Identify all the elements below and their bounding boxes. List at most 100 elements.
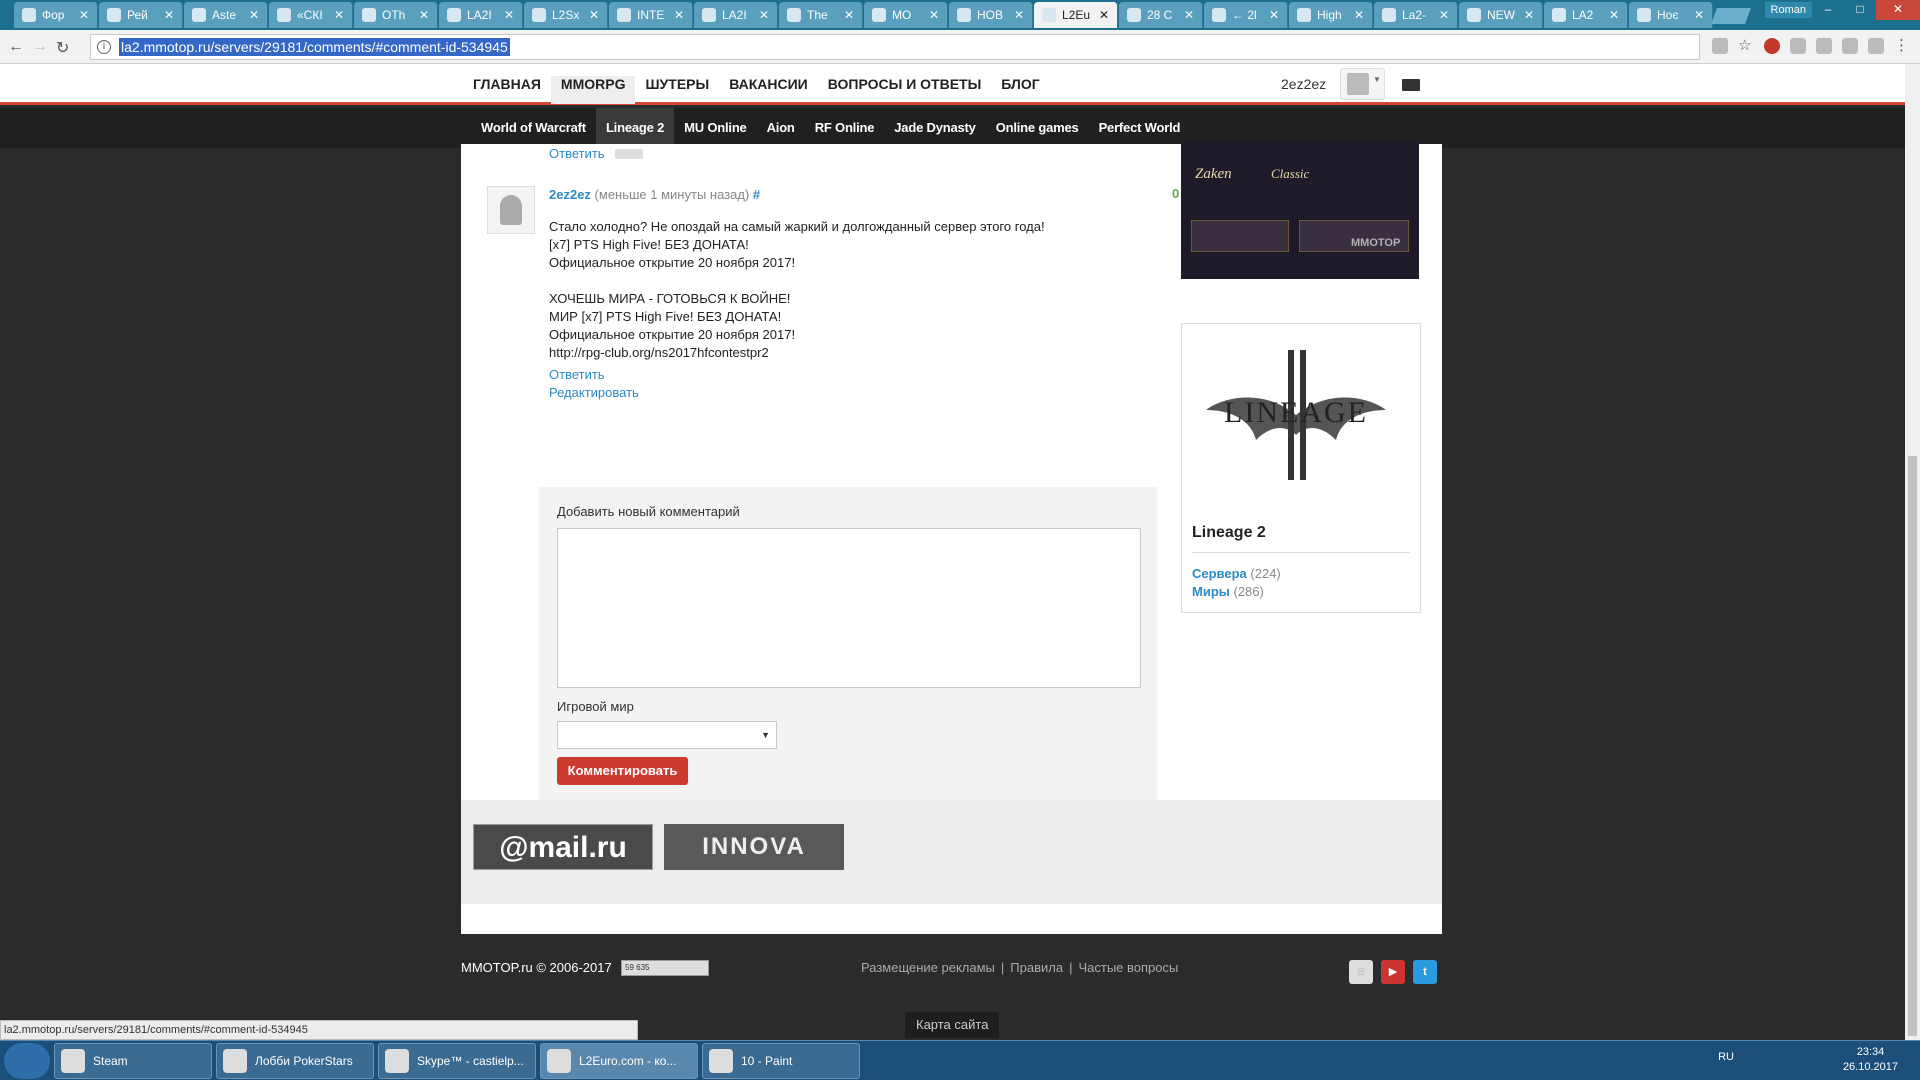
- submit-comment-button[interactable]: Комментировать: [557, 757, 688, 785]
- footer-link[interactable]: Размещение рекламы: [861, 960, 995, 975]
- reload-icon[interactable]: ↻: [56, 38, 69, 58]
- servers-link[interactable]: Сервера: [1192, 566, 1247, 581]
- taskbar-item[interactable]: Skype™ - castielp...: [378, 1043, 536, 1079]
- mailru-logo[interactable]: @mail.ru: [473, 824, 653, 870]
- scrollbar[interactable]: [1905, 64, 1920, 1040]
- url-bar[interactable]: i la2.mmotop.ru/servers/29181/comments/#…: [90, 34, 1700, 60]
- close-tab-icon[interactable]: ✕: [1609, 8, 1619, 22]
- browser-tab[interactable]: LA2I ✕: [439, 2, 523, 28]
- close-tab-icon[interactable]: ✕: [504, 8, 514, 22]
- worlds-link[interactable]: Миры: [1192, 584, 1230, 599]
- info-icon[interactable]: i: [97, 40, 111, 54]
- sitemap-button[interactable]: Карта сайта: [905, 1012, 1000, 1038]
- browser-tab[interactable]: NEW ✕: [1459, 2, 1543, 28]
- close-tab-icon[interactable]: ✕: [674, 8, 684, 22]
- top-nav-item[interactable]: ВОПРОСЫ И ОТВЕТЫ: [818, 76, 992, 104]
- browser-tab[interactable]: High ✕: [1289, 2, 1373, 28]
- close-tab-icon[interactable]: ✕: [1524, 8, 1534, 22]
- forward-icon[interactable]: →: [32, 38, 48, 56]
- extension-icon[interactable]: [1842, 38, 1858, 54]
- close-tab-icon[interactable]: ✕: [1439, 8, 1449, 22]
- browser-tab[interactable]: L2Eu ✕: [1034, 2, 1118, 28]
- browser-tab[interactable]: The ✕: [779, 2, 863, 28]
- taskbar-item[interactable]: Лобби PokerStars: [216, 1043, 374, 1079]
- comment-permalink[interactable]: #: [753, 187, 760, 202]
- close-tab-icon[interactable]: ✕: [929, 8, 939, 22]
- browser-tab[interactable]: Aste ✕: [184, 2, 268, 28]
- visitor-counter[interactable]: 59 635: [621, 960, 709, 976]
- avatar[interactable]: ▼: [1340, 68, 1385, 100]
- browser-tab[interactable]: 28 C ✕: [1119, 2, 1203, 28]
- lineage-logo[interactable]: LINEAGE: [1196, 340, 1396, 490]
- comment-author[interactable]: 2ez2ez: [549, 187, 591, 202]
- mail-icon[interactable]: [1402, 79, 1420, 91]
- close-tab-icon[interactable]: ✕: [334, 8, 344, 22]
- close-tab-icon[interactable]: ✕: [164, 8, 174, 22]
- top-nav-item[interactable]: БЛОГ: [991, 76, 1049, 104]
- close-tab-icon[interactable]: ✕: [249, 8, 259, 22]
- browser-tab[interactable]: Ноє ✕: [1629, 2, 1713, 28]
- close-tab-icon[interactable]: ✕: [79, 8, 89, 22]
- browser-tab[interactable]: Фор ✕: [14, 2, 98, 28]
- browser-tab[interactable]: МО ✕: [864, 2, 948, 28]
- close-tab-icon[interactable]: ✕: [1269, 8, 1279, 22]
- close-window-icon[interactable]: ✕: [1876, 0, 1920, 20]
- browser-tab[interactable]: La2- ✕: [1374, 2, 1458, 28]
- taskbar-item[interactable]: Steam: [54, 1043, 212, 1079]
- browser-tab[interactable]: LA2 ✕: [1544, 2, 1628, 28]
- taskbar-item[interactable]: 10 - Paint: [702, 1043, 860, 1079]
- browser-tab[interactable]: ОТh ✕: [354, 2, 438, 28]
- close-tab-icon[interactable]: ✕: [759, 8, 769, 22]
- extension-icon[interactable]: [1790, 38, 1806, 54]
- url-text[interactable]: la2.mmotop.ru/servers/29181/comments/#co…: [119, 38, 510, 56]
- clock[interactable]: 23:34 26.10.2017: [1843, 1045, 1898, 1075]
- previous-reply-link[interactable]: Ответить: [549, 146, 605, 161]
- browser-tab[interactable]: «СКІ ✕: [269, 2, 353, 28]
- top-nav-item[interactable]: ВАКАНСИИ: [719, 76, 818, 104]
- browser-tab[interactable]: L2Sx ✕: [524, 2, 608, 28]
- maximize-icon[interactable]: □: [1844, 0, 1876, 20]
- close-tab-icon[interactable]: ✕: [1014, 8, 1024, 22]
- world-select[interactable]: ▼: [557, 721, 777, 749]
- close-tab-icon[interactable]: ✕: [589, 8, 599, 22]
- menu-icon[interactable]: ⋮: [1894, 38, 1910, 54]
- server-banner[interactable]: Zaken Classic MMOTOP: [1181, 142, 1419, 279]
- browser-tab[interactable]: INTE ✕: [609, 2, 693, 28]
- back-icon[interactable]: ←: [8, 38, 24, 56]
- minimize-icon[interactable]: –: [1812, 0, 1844, 20]
- start-button[interactable]: [4, 1043, 50, 1079]
- vote-thumbs-icon[interactable]: [615, 149, 643, 159]
- translate-icon[interactable]: [1712, 38, 1728, 54]
- comment-reply-link[interactable]: Ответить: [549, 366, 1149, 384]
- new-tab-button[interactable]: [1711, 8, 1751, 24]
- browser-tab[interactable]: LA2I ✕: [694, 2, 778, 28]
- browser-tab[interactable]: Рей ✕: [99, 2, 183, 28]
- top-nav-item[interactable]: ГЛАВНАЯ: [463, 76, 551, 104]
- top-nav-item[interactable]: ШУТЕРЫ: [635, 76, 719, 104]
- footer-link[interactable]: Частые вопросы: [1078, 960, 1178, 975]
- top-nav-item[interactable]: MMORPG: [550, 76, 636, 104]
- close-tab-icon[interactable]: ✕: [844, 8, 854, 22]
- username[interactable]: 2ez2ez: [1281, 76, 1326, 92]
- language-indicator[interactable]: RU: [1718, 1051, 1734, 1063]
- extension-icon[interactable]: [1868, 38, 1884, 54]
- browser-tab[interactable]: ← 2l ✕: [1204, 2, 1288, 28]
- music-icon[interactable]: [1816, 38, 1832, 54]
- comment-edit-link[interactable]: Редактировать: [549, 384, 1149, 402]
- close-tab-icon[interactable]: ✕: [1694, 8, 1704, 22]
- browser-tab[interactable]: НОВ ✕: [949, 2, 1033, 28]
- close-tab-icon[interactable]: ✕: [1354, 8, 1364, 22]
- footer-link[interactable]: Правила: [1010, 960, 1063, 975]
- close-tab-icon[interactable]: ✕: [1184, 8, 1194, 22]
- innova-logo[interactable]: INNOVA: [664, 824, 844, 870]
- twitter-icon[interactable]: t: [1413, 960, 1437, 984]
- comment-textarea[interactable]: [557, 528, 1141, 688]
- adblock-icon[interactable]: [1764, 38, 1780, 54]
- taskbar-item[interactable]: L2Euro.com - ко...: [540, 1043, 698, 1079]
- game-nav-item[interactable]: Lineage 2: [595, 108, 675, 148]
- close-tab-icon[interactable]: ✕: [1099, 8, 1109, 22]
- window-user-badge[interactable]: Roman: [1764, 2, 1812, 18]
- vk-icon[interactable]: B: [1349, 960, 1373, 984]
- star-icon[interactable]: ☆: [1738, 38, 1754, 54]
- close-tab-icon[interactable]: ✕: [419, 8, 429, 22]
